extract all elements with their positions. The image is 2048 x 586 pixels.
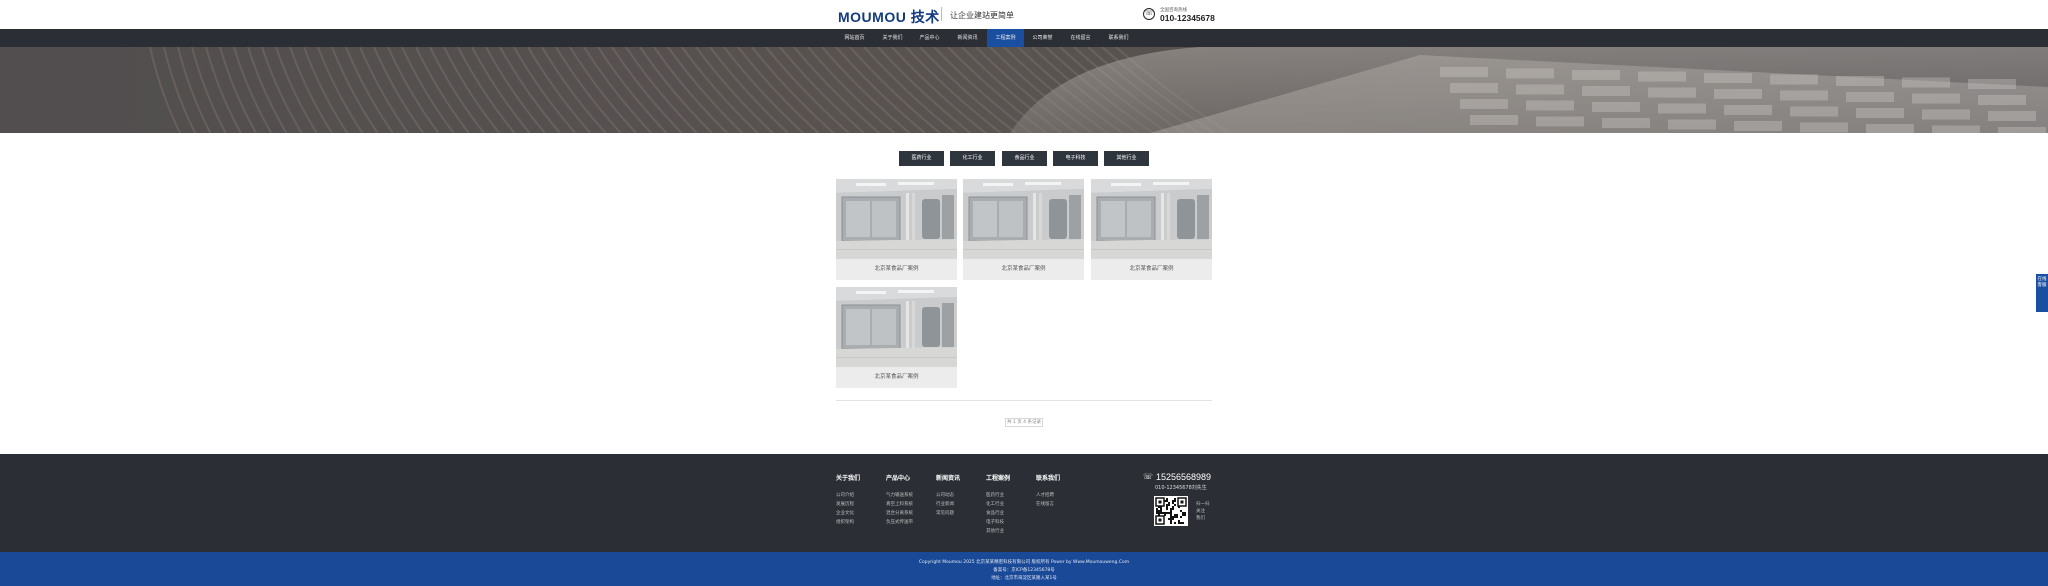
footer-link[interactable]: 组织架构: [836, 519, 854, 525]
case-photo: [1091, 179, 1212, 259]
case-caption[interactable]: 北京某食品厂案例: [836, 259, 957, 280]
nav-item-news[interactable]: 新闻资讯: [949, 29, 986, 47]
category-button-food[interactable]: 食品行业: [1002, 151, 1047, 166]
hero-banner: [0, 47, 2048, 133]
nav-item-home[interactable]: 网站首页: [836, 29, 873, 47]
footer-link[interactable]: 电子科技: [986, 519, 1004, 525]
footer-title-news[interactable]: 新闻资讯: [936, 473, 960, 482]
footer-title-contact[interactable]: 联系我们: [1036, 473, 1060, 482]
footer-link[interactable]: 其他行业: [986, 528, 1004, 534]
case-image[interactable]: [963, 179, 1084, 259]
site-logo[interactable]: MOUMOU 技术: [838, 7, 940, 27]
case-image[interactable]: [836, 179, 957, 259]
footer-link[interactable]: 医药行业: [986, 492, 1004, 498]
case-image[interactable]: [836, 287, 957, 367]
nav-item-contact[interactable]: 联系我们: [1100, 29, 1137, 47]
icp-record[interactable]: 备案号：京ICP备12345678号: [0, 567, 2048, 573]
footer-link[interactable]: 常见问题: [936, 510, 954, 516]
company-address: 地址：北京市海淀区某路入某1号: [991, 576, 1057, 581]
footer-link[interactable]: 混合分离系统: [886, 510, 913, 516]
banner-image: [0, 47, 2048, 133]
main-nav: 网站首页 关于我们 产品中心 新闻资讯 工程案例 公司荣誉 在线留言 联系我们: [0, 29, 2048, 47]
nav-item-message[interactable]: 在线留言: [1062, 29, 1099, 47]
category-button-chemical[interactable]: 化工行业: [950, 151, 995, 166]
phone-icon: ☏: [1143, 8, 1155, 20]
footer-link[interactable]: 企业文化: [836, 510, 854, 516]
online-service-tab[interactable]: 在线客服: [2036, 274, 2048, 312]
footer-link[interactable]: 气力输送系统: [886, 492, 913, 498]
footer-link[interactable]: 行业新闻: [936, 501, 954, 507]
footer-link[interactable]: 化工行业: [986, 501, 1004, 507]
nav-item-honors[interactable]: 公司荣誉: [1024, 29, 1061, 47]
case-caption[interactable]: 北京某食品厂案例: [1091, 259, 1212, 280]
case-photo: [963, 179, 1084, 259]
footer-phone-icon: ☏: [1143, 472, 1154, 481]
site-footer: [0, 454, 2048, 552]
logo-divider: [941, 7, 942, 21]
case-card[interactable]: 北京某食品厂案例: [963, 179, 1084, 280]
footer-title-cases[interactable]: 工程案例: [986, 473, 1010, 482]
case-caption[interactable]: 北京某食品厂案例: [836, 367, 957, 388]
footer-link[interactable]: 人才招聘: [1036, 492, 1054, 498]
qr-label: 我们: [1196, 516, 1205, 521]
footer-link[interactable]: 在线留言: [1036, 501, 1054, 507]
copyright-text: Copyright Moumou 2025 北京某某精密科技有限公司 版权所有 …: [918, 560, 1130, 565]
nav-item-products[interactable]: 产品中心: [911, 29, 948, 47]
case-card[interactable]: 北京某食品厂案例: [1091, 179, 1212, 280]
case-card[interactable]: 北京某食品厂案例: [836, 179, 957, 280]
case-image[interactable]: [1091, 179, 1212, 259]
qr-code: [1154, 496, 1188, 526]
hotline-number: 010-12345678: [1160, 13, 1215, 23]
pagination-info: 共 1 页 4 条记录: [1005, 418, 1043, 427]
qr-code-icon: [1155, 497, 1187, 525]
category-button-other[interactable]: 其他行业: [1104, 151, 1149, 166]
case-photo: [836, 179, 957, 259]
case-card[interactable]: 北京某食品厂案例: [836, 287, 957, 388]
case-caption[interactable]: 北京某食品厂案例: [963, 259, 1084, 280]
footer-contact: 010-12345678刘先生: [1155, 485, 1207, 491]
footer-title-products[interactable]: 产品中心: [886, 473, 910, 482]
category-button-electronics[interactable]: 电子科技: [1053, 151, 1098, 166]
site-slogan: 让企业建站更简单: [950, 11, 1014, 20]
qr-label: 关注: [1196, 509, 1205, 514]
footer-link[interactable]: 公司动态: [936, 492, 954, 498]
case-photo: [836, 287, 957, 367]
qr-label: 扫一扫: [1196, 502, 1210, 507]
category-button-pharma[interactable]: 医药行业: [899, 151, 944, 166]
footer-link[interactable]: 食品行业: [986, 510, 1004, 516]
footer-link[interactable]: 真空上料系统: [886, 501, 913, 507]
site-header: MOUMOU 技术 让企业建站更简单 ☏ 全国咨询热线 010-12345678: [0, 0, 2048, 29]
footer-link[interactable]: 发展历程: [836, 501, 854, 507]
content-divider: [836, 400, 1212, 401]
nav-item-about[interactable]: 关于我们: [874, 29, 911, 47]
footer-link[interactable]: 负压式传送带: [886, 519, 913, 525]
nav-item-cases[interactable]: 工程案例: [987, 29, 1024, 47]
footer-link[interactable]: 公司介绍: [836, 492, 854, 498]
footer-title-about[interactable]: 关于我们: [836, 473, 860, 482]
footer-phone: 15256568989: [1156, 472, 1212, 482]
